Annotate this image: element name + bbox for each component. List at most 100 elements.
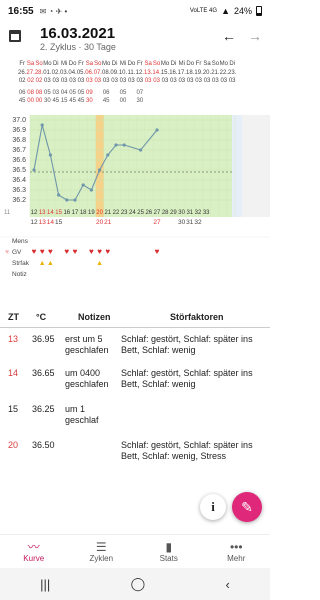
temperature-point [57,193,61,197]
cycle-day-number: 31 [186,219,194,226]
pencil-icon: ✎ [241,498,253,515]
row-label-gv: GV [12,249,22,256]
cycle-day-number: 14 [47,219,55,226]
tab-label: Kurve [23,554,45,563]
cycle-day-label: 14 [47,210,54,216]
row-zt: 15 [8,404,19,414]
date-label: 19. [194,70,203,76]
temperature-chart[interactable]: Fr 26. 02 06 45 Sa 27. 02 08 00 So 28. 02 08 00 Mo 01. 03… [0,55,270,317]
row-label-notiz: Notiz [12,271,27,278]
weekday-label: So [35,61,43,67]
more-icon: ••• [229,540,243,554]
col-notes: Notizen [78,312,111,322]
month-label: 03 [136,78,143,84]
table-header: ZT °C Notizen Störfaktoren [0,312,270,328]
cycle-day-label: 31 [186,210,193,216]
cycle-day-label: 33 [203,210,210,216]
edit-button[interactable]: ✎ [232,492,262,522]
cycle-day-number: 13 [39,219,47,226]
month-label: 03 [128,78,135,84]
month-label: 03 [94,78,101,84]
tab-label: Zyklen [89,554,114,563]
date-label: 28. [35,70,44,76]
row-temp: 36.25 [32,404,55,414]
weekday-label: Fr [19,61,25,67]
post-cycle-column [232,115,242,217]
row-zt: 13 [8,334,19,344]
weekday-label: Fr [137,61,143,67]
weekday-label: Sa [86,61,94,67]
cycle-day-number: 32 [194,219,202,226]
date-label: 23. [228,70,237,76]
weekday-label: Di [171,61,177,67]
temperature-point [81,183,85,187]
time-minute-label: 30 [44,98,51,104]
tab-stats[interactable]: ▮ Stats [135,535,203,568]
pulse-icon: 〰 [27,540,40,554]
date-label: 18. [186,70,195,76]
temperature-point [32,168,36,172]
time-hour-label: 05 [120,90,127,96]
time-hour-label: 05 [69,90,76,96]
weekday-label: Sa [145,61,153,67]
date-label: 08. [102,70,111,76]
row-factors: Schlaf: gestört, Schlaf: später ins Bett… [121,368,253,389]
tab-mehr[interactable]: ••• Mehr [203,535,271,568]
weekday-label: So [153,61,161,67]
heart-icon: ♥ [155,247,160,256]
row-zt: 20 [8,440,19,450]
row-temp: 36.50 [32,440,55,450]
cycle-day-number: 20 [96,219,104,226]
cycle-day-number: 27 [153,219,161,226]
battery-icon [256,6,262,16]
cycle-day-label: 28 [162,210,169,216]
cycle-day-label: 17 [72,210,79,216]
arrow-right-icon[interactable]: → [248,28,262,44]
y-tick-label: 36.6 [12,157,26,164]
month-label: 03 [111,78,118,84]
month-label: 03 [212,78,219,84]
month-label: 03 [61,78,68,84]
info-button[interactable]: i [200,494,226,520]
row-notes: um 1 geschlaf [65,404,99,425]
date-label: 14. [152,70,161,76]
weekday-label: Di [53,61,59,67]
cycle-day-label: 16 [63,210,70,216]
temperature-point [89,188,93,192]
month-label: 03 [170,78,177,84]
row-notes: erst um 5 geschlafen [65,334,109,355]
home-icon[interactable]: ◯ [131,576,146,592]
back-icon[interactable]: ‹ [225,577,229,592]
date-label: 05. [77,70,86,76]
time-minute-label: 45 [78,98,85,104]
cycle-day-label: 18 [80,210,87,216]
temperature-point [40,123,44,127]
plot-background [30,115,232,217]
date-label: 10. [119,70,128,76]
row-factors: Schlaf: gestört, Schlaf: später ins Bett… [121,440,253,461]
time-hour-label: 06 [103,90,110,96]
month-label: 02 [27,78,34,84]
recent-apps-icon[interactable]: ||| [40,577,50,592]
date-label: 27. [26,70,35,76]
calendar-icon[interactable] [9,30,21,42]
cycle-day-label: 20 [96,210,103,216]
temperature-point [98,168,102,172]
date-label: 15. [161,70,170,76]
row-notes: um 0400 geschlafen [65,368,109,389]
weekday-label: Fr [78,61,84,67]
arrow-left-icon[interactable]: ← [222,28,236,44]
cycle-day-label: 21 [104,210,111,216]
cycle-day-label: 22 [113,210,120,216]
month-label: 03 [178,78,185,84]
month-label: 03 [187,78,194,84]
time-hour-label: 06 [19,90,26,96]
current-date: 16.03.2021 [40,25,116,42]
tab-zyklen[interactable]: ☰ Zyklen [68,535,136,568]
month-label: 03 [195,78,202,84]
cycle-day-number: 15 [55,219,63,226]
date-label: 06. [85,70,94,76]
month-label: 03 [120,78,127,84]
tab-kurve[interactable]: 〰 Kurve [0,535,68,568]
app-header: 16.03.2021 2. Zyklus · 30 Tage ← → [0,22,270,54]
